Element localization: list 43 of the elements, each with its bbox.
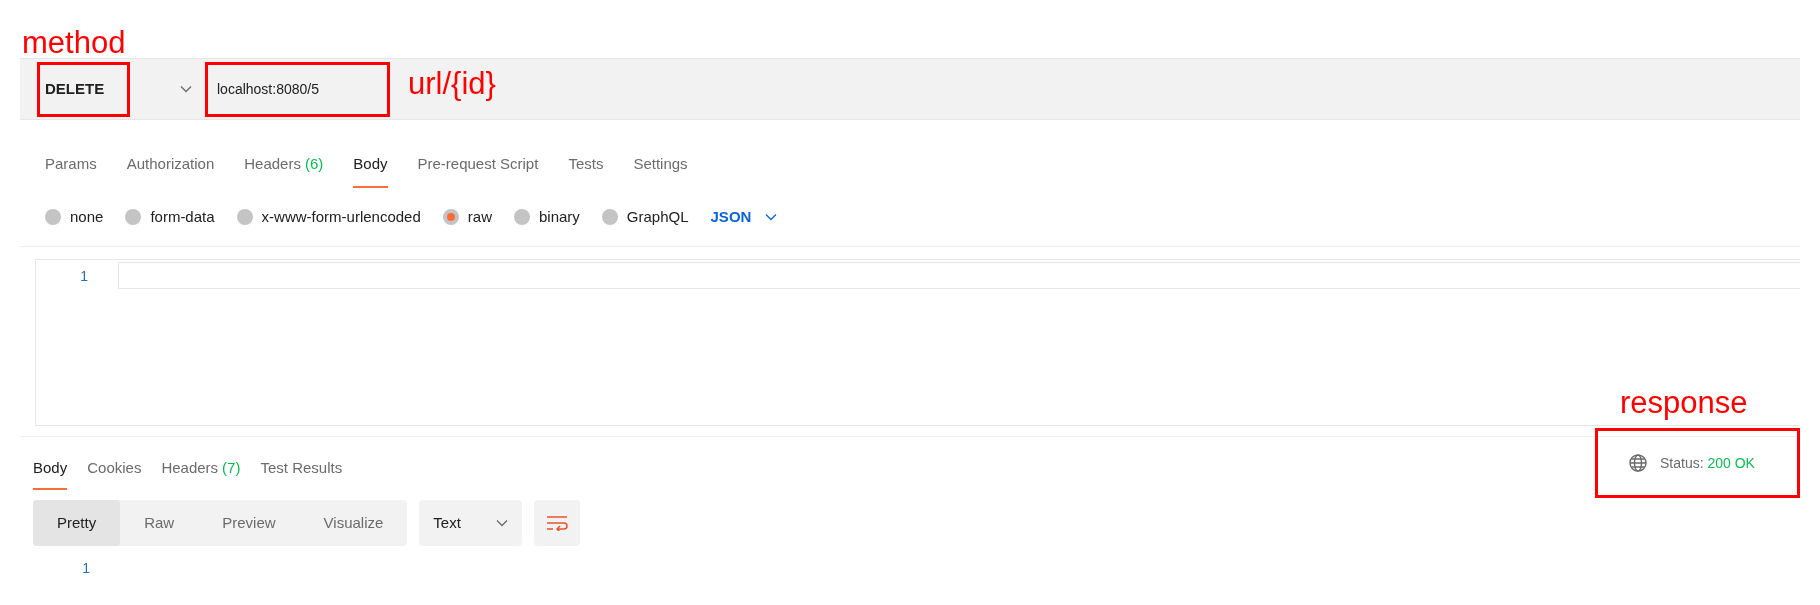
tab[interactable]: Cookies [87,449,142,490]
tab[interactable]: Settings [633,142,688,188]
line-number: 1 [82,559,90,578]
radio-option[interactable]: none [45,205,104,229]
tab[interactable]: Body [353,142,388,188]
radio-icon[interactable] [45,209,61,225]
globe-icon [1628,453,1648,473]
response-format-select[interactable]: Text [419,500,523,546]
radio-option[interactable]: binary [513,205,580,229]
radio-icon[interactable] [442,209,459,225]
status-text: Status: 200 OK [1660,453,1755,473]
tab[interactable]: Body [33,449,68,490]
view-mode-button[interactable]: Pretty [33,500,121,546]
chevron-down-icon [180,85,192,93]
view-mode-button[interactable]: Visualize [299,500,408,546]
method-select[interactable]: DELETE [45,77,105,101]
line-number: 1 [80,267,88,286]
radio-icon[interactable] [601,209,618,225]
radio-option[interactable]: form-data [125,205,215,229]
annotation-label: response [1620,387,1748,418]
view-mode-button[interactable]: Raw [120,500,199,546]
tab[interactable]: Authorization [126,142,215,188]
chevron-down-icon [765,213,778,221]
chevron-down-icon [496,519,509,527]
radio-option[interactable]: GraphQL [601,205,689,229]
radio-icon[interactable] [236,209,253,225]
wrap-lines-button[interactable] [534,500,581,546]
wrap-icon [546,515,569,531]
tab[interactable]: Tests [568,142,604,188]
view-mode-button[interactable]: Preview [198,500,300,546]
radio-icon[interactable] [513,209,530,225]
radio-option[interactable]: x-www-form-urlencoded [236,205,421,229]
tab[interactable]: Pre-request Script [417,142,539,188]
annotation-label: method [22,26,126,58]
tab[interactable]: Headers (7) [161,449,241,490]
annotation-label: url/{id} [408,67,496,99]
tab[interactable]: Params [45,142,97,188]
format-select[interactable]: JSON [710,205,778,229]
radio-option[interactable]: raw [442,205,492,229]
radio-icon[interactable] [125,209,142,225]
url-field[interactable]: localhost:8080/5 [217,78,382,100]
tab[interactable]: Headers (6) [244,142,324,188]
tab[interactable]: Test Results [260,449,343,490]
